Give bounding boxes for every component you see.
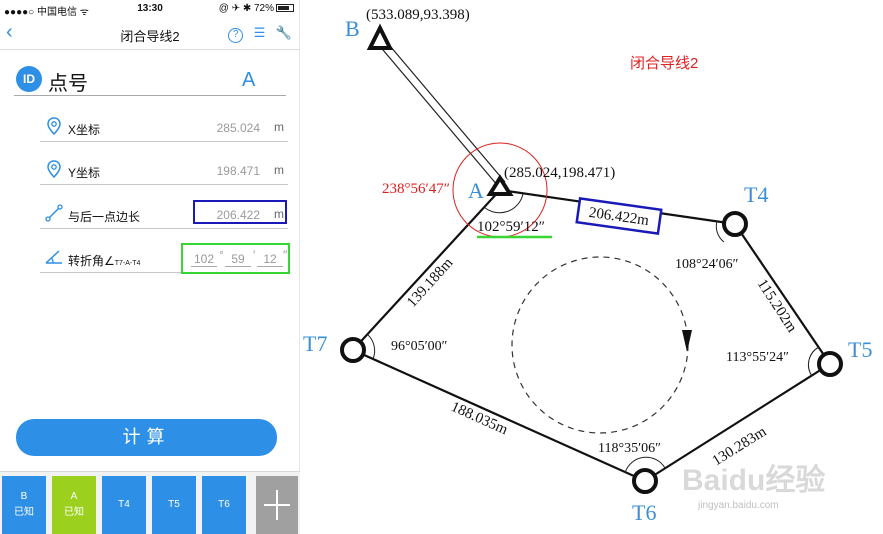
minute-symbol: ′ (253, 248, 256, 262)
toolbar-point-label: A (70, 491, 78, 502)
station-t7-icon (340, 337, 366, 363)
location-pin-icon (47, 117, 61, 136)
add-point-button[interactable] (256, 476, 298, 534)
point-b-triangle-icon (366, 23, 394, 50)
angle-t5-label: 113°55′24″ (726, 350, 789, 365)
edge-t4-t5 (734, 223, 831, 365)
toolbar-point-status: 已知 (14, 507, 34, 518)
x-coordinate-row[interactable]: X坐标 285.024 m (40, 114, 288, 142)
angle-degrees-input[interactable]: 102 (191, 252, 217, 267)
wrench-icon[interactable]: 🔧 (276, 25, 292, 41)
direction-arrow-icon (682, 330, 692, 352)
direction-circle (511, 256, 689, 434)
help-icon[interactable]: ? (228, 28, 244, 43)
watermark-url: jingyan.baidu.com (697, 500, 779, 511)
battery-fill (278, 6, 289, 10)
toolbar-point-a[interactable]: A 已知 (52, 476, 96, 534)
station-t6-label: T6 (632, 500, 656, 525)
length-a-t4-group: 206.422m (575, 196, 663, 236)
toolbar-point-label: T6 (218, 499, 230, 510)
degree-symbol: ° (219, 248, 224, 262)
edge-b-a-1 (377, 43, 499, 187)
location-pin-icon (47, 160, 61, 179)
nav-actions: ? ☰ 🔧 (222, 24, 292, 43)
station-t4-icon (722, 211, 748, 237)
toolbar-point-t5[interactable]: T5 (152, 476, 196, 534)
station-t7-label: T7 (303, 331, 327, 356)
point-a-coord: (285.024,198.471) (504, 165, 615, 181)
status-bar: ●●●●○ 中国电信 ᯤ 13:30 @ ✈ ✱ 72% (0, 0, 300, 18)
toolbar-point-status: 已知 (64, 507, 84, 518)
y-coordinate-row[interactable]: Y坐标 198.471 m (40, 157, 288, 185)
angle-highlight-box: 102 ° 59 ′ 12 ″ (181, 243, 290, 274)
traverse-diagram: 闭合导线2 B (533.089,93.398) (285.024,198.47… (303, 7, 872, 525)
toolbar-point-b[interactable]: B 已知 (2, 476, 46, 534)
angle-label-text: 转折角∠ (68, 254, 115, 268)
angle-ba-label: 238°56′47″ (382, 181, 450, 197)
station-t5-icon (817, 351, 843, 377)
distance-highlight-box (193, 200, 287, 224)
edge-b-a-2 (384, 39, 506, 183)
x-value-input[interactable]: 285.024 (217, 121, 260, 135)
angle-seconds-input[interactable]: 12 (257, 252, 283, 267)
point-b-coord: (533.089,93.398) (366, 7, 470, 23)
watermark-text: Baidu经验 (682, 463, 825, 497)
angle-label: 转折角∠T7-A-T4 (68, 252, 140, 269)
station-t4-label: T4 (744, 182, 768, 207)
length-t7-a-label: 139.188m (404, 255, 457, 311)
toolbar-point-label: B (20, 491, 28, 502)
edge-t7-a (352, 189, 501, 351)
point-toolbar: B 已知 A 已知 T4 T5 T6 (0, 471, 300, 534)
status-indicators: @ ✈ ✱ 72% (218, 3, 274, 14)
station-t6-icon (632, 468, 658, 494)
toolbar-point-label: T4 (118, 499, 130, 510)
length-t5-t6-label: 130.283m (710, 424, 770, 470)
angle-icon (45, 250, 62, 264)
list-icon[interactable]: ☰ (254, 25, 266, 41)
angle-arc-t7 (366, 333, 376, 360)
length-t6-t7-label: 188.035m (448, 399, 510, 438)
y-value-input[interactable]: 198.471 (217, 164, 260, 178)
angle-arc-a (483, 193, 524, 214)
nav-bar: ‹ 闭合导线2 ? ☰ 🔧 (0, 18, 300, 50)
angle-t4-label: 108°24′06″ (675, 257, 739, 272)
angle-minutes-input[interactable]: 59 (225, 252, 251, 267)
y-label: Y坐标 (68, 166, 101, 180)
angle-t6-label: 118°35′06″ (598, 441, 661, 456)
point-id-row[interactable]: ID 点号 A (14, 62, 286, 96)
angle-t7-label: 96°05′00″ (391, 339, 448, 354)
point-b-label: B (345, 16, 360, 41)
x-label: X坐标 (68, 123, 101, 137)
x-unit: m (274, 120, 284, 134)
angle-label-sub: T7-A-T4 (114, 260, 141, 267)
station-t5-label: T5 (848, 337, 872, 362)
toolbar-point-t6[interactable]: T6 (202, 476, 246, 534)
y-unit: m (274, 163, 284, 177)
id-badge-icon: ID (16, 66, 42, 92)
toolbar-point-t4[interactable]: T4 (102, 476, 146, 534)
second-symbol: ″ (283, 248, 288, 262)
diagram-title: 闭合导线2 (630, 55, 698, 72)
phone-screen: ●●●●○ 中国电信 ᯤ 13:30 @ ✈ ✱ 72% ‹ 闭合导线2 ? ☰… (0, 0, 300, 534)
toolbar-point-label: T5 (168, 499, 180, 510)
angle-a-label: 102°59′12″ (477, 219, 545, 235)
battery-icon (276, 4, 294, 12)
distance-label: 与后一点边长 (68, 210, 141, 224)
point-label: 点号 (48, 73, 88, 95)
calculate-button[interactable]: 计算 (16, 419, 277, 456)
line-segment-icon (45, 204, 63, 222)
point-value[interactable]: A (242, 69, 255, 92)
point-a-label: A (468, 178, 484, 203)
status-right: @ ✈ ✱ 72% (219, 3, 294, 14)
edge-t6-t7 (352, 348, 646, 483)
